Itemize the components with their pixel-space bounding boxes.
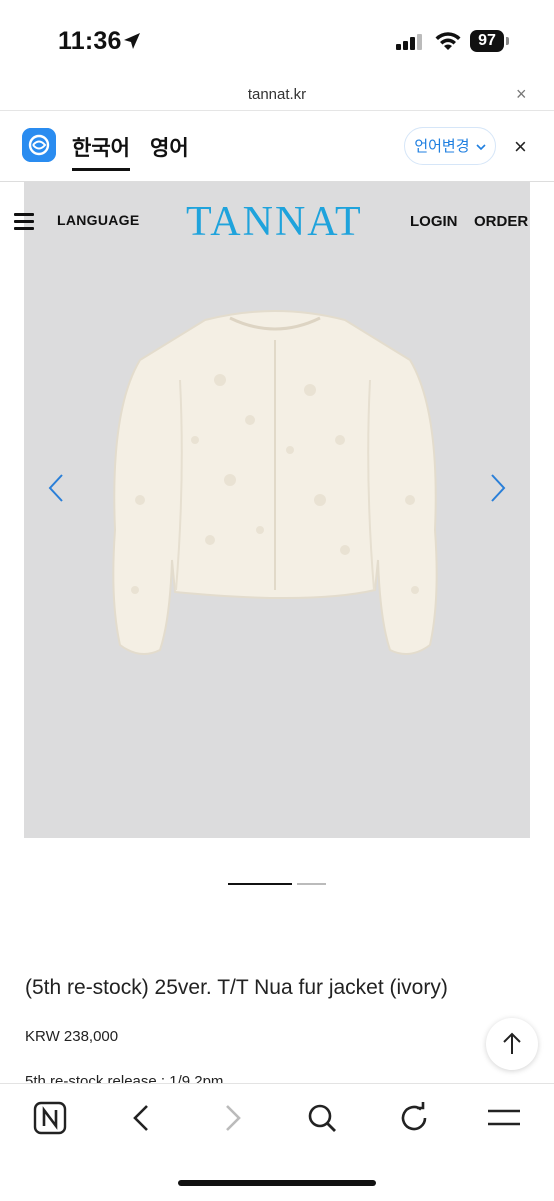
battery-level: 97 xyxy=(470,30,504,52)
wifi-icon xyxy=(435,32,461,50)
site-logo[interactable]: TANNAT xyxy=(186,198,363,246)
language-menu[interactable]: LANGUAGE xyxy=(57,212,140,228)
search-icon[interactable] xyxy=(304,1100,340,1136)
menu-lines-icon[interactable] xyxy=(486,1100,522,1136)
refresh-icon[interactable] xyxy=(396,1100,432,1136)
carousel-indicator-active[interactable] xyxy=(228,883,292,885)
previous-image-icon[interactable] xyxy=(46,472,68,504)
battery-icon: 97 xyxy=(470,30,512,53)
cellular-signal-icon xyxy=(396,34,422,50)
home-indicator xyxy=(178,1180,376,1186)
tab-korean[interactable]: 한국어 xyxy=(72,132,130,162)
status-time: 11:36 xyxy=(58,27,122,55)
translate-app-icon xyxy=(22,128,56,162)
tab-english[interactable]: 영어 xyxy=(150,132,189,162)
tab-active-indicator xyxy=(72,168,130,171)
product-price: KRW 238,000 xyxy=(25,1028,119,1045)
scroll-top-button[interactable] xyxy=(486,1018,538,1070)
url-text[interactable]: tannat.kr xyxy=(0,86,554,103)
next-image-icon[interactable] xyxy=(486,472,508,504)
translate-close-icon[interactable]: × xyxy=(514,134,527,160)
close-icon[interactable]: × xyxy=(516,84,527,105)
forward-icon[interactable] xyxy=(214,1100,250,1136)
order-link[interactable]: ORDER xyxy=(474,213,528,230)
change-language-label: 언어변경 xyxy=(414,138,470,155)
back-icon[interactable] xyxy=(124,1100,160,1136)
naver-home-icon[interactable] xyxy=(32,1100,68,1136)
login-link[interactable]: LOGIN xyxy=(410,213,458,230)
product-title: (5th re-stock) 25ver. T/T Nua fur jacket… xyxy=(25,976,448,999)
product-image-jacket xyxy=(112,310,438,655)
change-language-button[interactable]: 언어변경 xyxy=(404,127,496,165)
location-arrow-icon xyxy=(124,33,140,49)
chevron-down-icon xyxy=(476,144,486,151)
carousel-indicator[interactable] xyxy=(297,883,326,885)
arrow-up-icon xyxy=(503,1032,521,1054)
menu-icon[interactable] xyxy=(14,213,34,230)
